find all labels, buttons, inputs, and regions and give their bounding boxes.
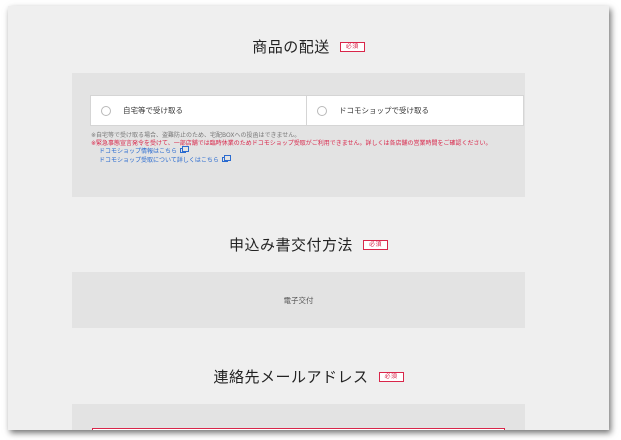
delivery-section-title: 商品の配送 必須 — [8, 36, 609, 57]
radio-option-docomo-shop[interactable]: ドコモショップで受け取る — [306, 95, 524, 126]
email-section-title: 連絡先メールアドレス 必須 — [8, 366, 609, 387]
delivery-title: 商品の配送 — [252, 38, 330, 56]
link-label[interactable]: ドコモショップ受取について詳しくはこちら — [99, 157, 219, 164]
note-delivery-box: ※自宅等で受け取る場合、盗難防止のため、宅配BOXへの投函はできません。 — [91, 132, 301, 139]
delivery-notes: ※自宅等で受け取る場合、盗難防止のため、宅配BOXへの投函はできません。 ※緊急… — [91, 132, 511, 165]
required-badge: 必須 — [378, 371, 404, 382]
application-method-value: 電子交付 — [283, 296, 314, 305]
radio-circle-icon[interactable] — [101, 105, 111, 116]
link-label[interactable]: ドコモショップ情報はこちら — [99, 148, 177, 155]
required-badge: 必須 — [363, 239, 389, 250]
application-method-title: 申込み書交付方法 — [228, 236, 353, 254]
link-docomo-shop-info[interactable]: ドコモショップ情報はこちら — [91, 146, 511, 156]
page-frame: 商品の配送 必須 自宅等で受け取る ドコモショップで受け取る ※自宅等で受け取る場… — [8, 6, 609, 430]
required-badge: 必須 — [339, 41, 365, 52]
application-method-panel: 電子交付 — [72, 272, 525, 328]
radio-option-home[interactable]: 自宅等で受け取る — [90, 95, 308, 126]
link-docomo-shop-pickup[interactable]: ドコモショップ受取について詳しくはこちら — [91, 154, 511, 165]
radio-option-label: ドコモショップで受け取る — [339, 106, 429, 115]
external-link-icon — [180, 146, 190, 154]
email-panel — [72, 404, 525, 430]
radio-option-label: 自宅等で受け取る — [123, 106, 183, 115]
radio-circle-icon[interactable] — [317, 105, 327, 116]
email-input[interactable] — [92, 428, 505, 430]
external-link-icon — [221, 154, 231, 162]
delivery-panel: 自宅等で受け取る ドコモショップで受け取る ※自宅等で受け取る場合、盗難防止のた… — [72, 73, 525, 197]
email-title: 連絡先メールアドレス — [213, 368, 369, 386]
application-method-section-title: 申込み書交付方法 必須 — [8, 234, 609, 255]
